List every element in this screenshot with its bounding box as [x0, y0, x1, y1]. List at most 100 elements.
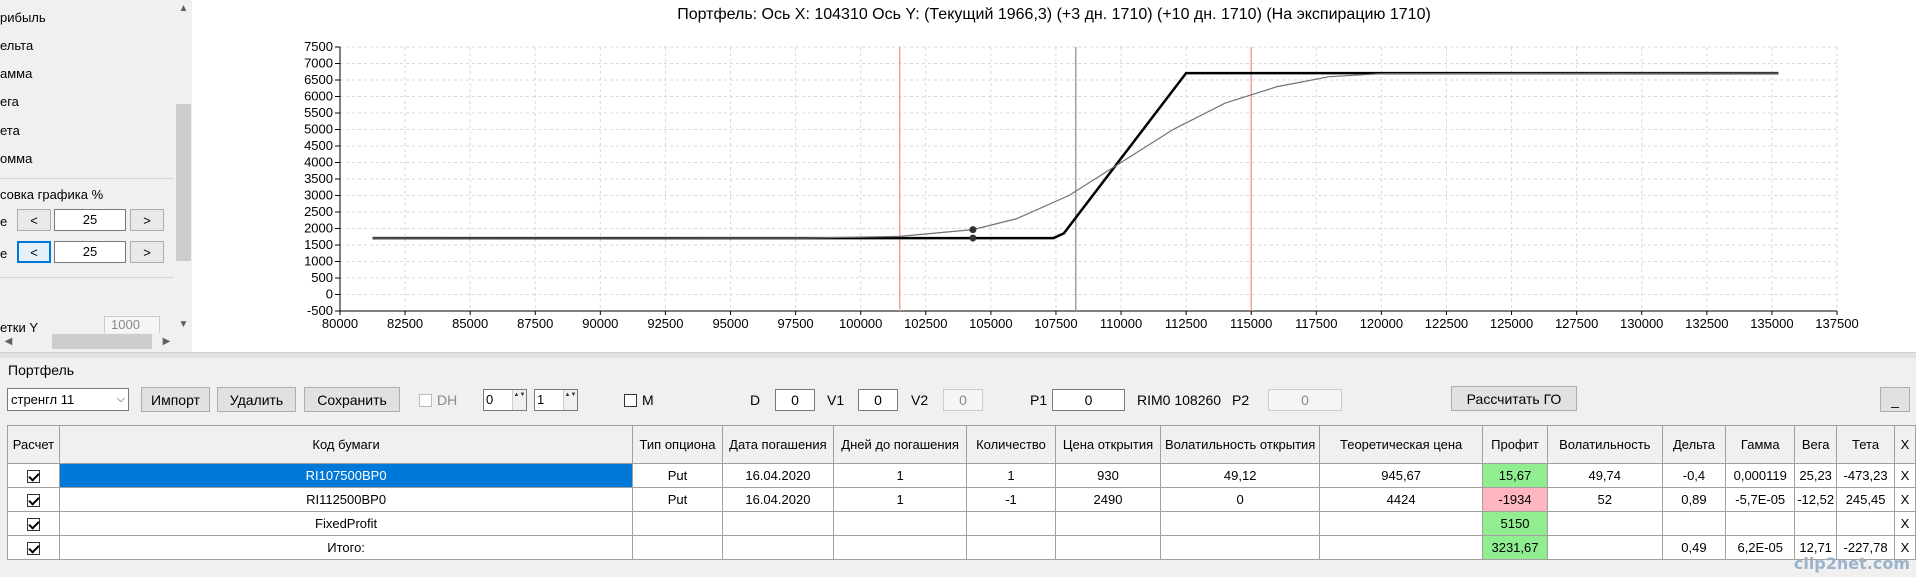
cell-code[interactable]: RI107500BP0: [58, 463, 634, 488]
scroll-thumb[interactable]: [176, 104, 191, 261]
spin2-input[interactable]: 1 ▲▼: [534, 389, 578, 411]
cell-vega[interactable]: 25,23: [1794, 463, 1838, 488]
dh-checkbox[interactable]: [419, 394, 432, 407]
row2-prev-button[interactable]: <: [17, 241, 51, 263]
col-header[interactable]: Расчет: [7, 425, 60, 464]
cell-type[interactable]: [632, 535, 723, 560]
cell-vol[interactable]: 49,74: [1546, 463, 1663, 488]
option-vomma[interactable]: омма: [0, 151, 32, 166]
table-row[interactable]: Итого: 3231,67 0,49 6,2E-05 12,71 -227,7…: [7, 535, 1916, 560]
col-header[interactable]: Теоретическая цена: [1319, 425, 1484, 464]
cell-profit[interactable]: -1934: [1482, 487, 1548, 512]
col-header[interactable]: Профит: [1482, 425, 1548, 464]
table-row[interactable]: RI112500BP0 Put 16.04.2020 1 -1 2490 0 4…: [7, 487, 1916, 512]
m-checkbox[interactable]: [624, 394, 637, 407]
cell-profit[interactable]: 15,67: [1482, 463, 1548, 488]
calc-margin-button[interactable]: Рассчитать ГО: [1451, 386, 1577, 411]
d-input[interactable]: 0: [775, 389, 815, 411]
spinner-arrows-icon[interactable]: ▲▼: [512, 390, 526, 410]
col-header[interactable]: Код бумаги: [58, 425, 634, 464]
v2-input[interactable]: 0: [943, 389, 983, 411]
cell-qty[interactable]: 1: [966, 463, 1056, 488]
cell-delta[interactable]: [1661, 511, 1727, 536]
col-header[interactable]: Волатильность открытия: [1160, 425, 1321, 464]
cell-code[interactable]: Итого:: [58, 535, 634, 560]
scroll-left-icon[interactable]: ◀: [0, 333, 17, 350]
cell-expiry[interactable]: 16.04.2020: [721, 463, 835, 488]
cell-vega[interactable]: [1794, 511, 1838, 536]
scroll-right-icon[interactable]: ▶: [158, 333, 175, 350]
horizontal-scrollbar[interactable]: ◀ ▶: [0, 333, 175, 350]
v1-input[interactable]: 0: [858, 389, 898, 411]
cell-theta[interactable]: 245,45: [1836, 487, 1895, 512]
cell-open-price[interactable]: [1054, 535, 1162, 560]
table-row[interactable]: FixedProfit 5150 X: [7, 511, 1916, 536]
cell-vol[interactable]: [1546, 511, 1663, 536]
cell-code[interactable]: RI112500BP0: [58, 487, 634, 512]
row1-next-button[interactable]: >: [130, 209, 164, 231]
checkbox-checked-icon[interactable]: [26, 542, 40, 556]
p1-input[interactable]: 0: [1052, 389, 1125, 411]
calc-checkbox[interactable]: [7, 511, 60, 536]
cell-open-vol[interactable]: [1160, 511, 1321, 536]
delete-row-button[interactable]: X: [1894, 487, 1916, 512]
p2-input[interactable]: 0: [1268, 389, 1342, 411]
cell-vol[interactable]: 52: [1546, 487, 1663, 512]
import-button[interactable]: Импорт: [141, 387, 210, 412]
cell-expiry[interactable]: 16.04.2020: [721, 487, 835, 512]
col-header[interactable]: Цена открытия: [1054, 425, 1162, 464]
cell-delta[interactable]: -0,4: [1661, 463, 1727, 488]
cell-open-vol[interactable]: 0: [1160, 487, 1321, 512]
cell-type[interactable]: Put: [632, 463, 723, 488]
cell-type[interactable]: [632, 511, 723, 536]
option-profit[interactable]: рибыль: [0, 10, 46, 25]
cell-theo-price[interactable]: [1319, 535, 1484, 560]
cell-open-price[interactable]: 2490: [1054, 487, 1162, 512]
cell-qty[interactable]: -1: [966, 487, 1056, 512]
spin1-input[interactable]: 0 ▲▼: [483, 389, 527, 411]
cell-open-price[interactable]: 930: [1054, 463, 1162, 488]
grid-y-input[interactable]: 1000: [104, 316, 160, 334]
col-header[interactable]: X: [1894, 425, 1916, 464]
vertical-scrollbar[interactable]: ▲ ▼: [175, 0, 192, 333]
col-header[interactable]: Дата погашения: [721, 425, 835, 464]
col-header[interactable]: Волатильность: [1546, 425, 1663, 464]
cell-gamma[interactable]: 6,2E-05: [1725, 535, 1796, 560]
option-vega[interactable]: ега: [0, 94, 19, 109]
cell-expiry[interactable]: [721, 511, 835, 536]
cell-theta[interactable]: [1836, 511, 1895, 536]
scroll-up-icon[interactable]: ▲: [175, 0, 192, 17]
row1-prev-button[interactable]: <: [17, 209, 51, 231]
scroll-thumb[interactable]: [52, 334, 152, 349]
checkbox-checked-icon[interactable]: [26, 518, 40, 532]
col-header[interactable]: Количество: [966, 425, 1056, 464]
checkbox-checked-icon[interactable]: [26, 470, 40, 484]
cell-profit[interactable]: 3231,67: [1482, 535, 1548, 560]
table-row[interactable]: RI107500BP0 Put 16.04.2020 1 1 930 49,12…: [7, 463, 1916, 488]
cell-type[interactable]: Put: [632, 487, 723, 512]
checkbox-checked-icon[interactable]: [26, 494, 40, 508]
cell-code[interactable]: FixedProfit: [58, 511, 634, 536]
cell-gamma[interactable]: [1725, 511, 1796, 536]
cell-days[interactable]: [833, 511, 968, 536]
cell-vol[interactable]: [1546, 535, 1663, 560]
delete-row-button[interactable]: X: [1894, 511, 1916, 536]
row2-next-button[interactable]: >: [130, 241, 164, 263]
option-delta[interactable]: ельта: [0, 38, 33, 53]
cell-theo-price[interactable]: 4424: [1319, 487, 1484, 512]
calc-checkbox[interactable]: [7, 487, 60, 512]
calc-checkbox[interactable]: [7, 535, 60, 560]
scroll-down-icon[interactable]: ▼: [175, 316, 192, 333]
save-button[interactable]: Сохранить: [304, 387, 400, 412]
delete-button[interactable]: Удалить: [217, 387, 296, 412]
col-header[interactable]: Дельта: [1661, 425, 1727, 464]
cell-profit[interactable]: 5150: [1482, 511, 1548, 536]
col-header[interactable]: Тета: [1836, 425, 1895, 464]
spinner-arrows-icon[interactable]: ▲▼: [563, 390, 577, 410]
portfolio-select[interactable]: стренгл 11 ⌵: [7, 388, 129, 411]
cell-qty[interactable]: [966, 511, 1056, 536]
cell-theta[interactable]: -473,23: [1836, 463, 1895, 488]
col-header[interactable]: Дней до погашения: [833, 425, 968, 464]
cell-gamma[interactable]: -5,7E-05: [1725, 487, 1796, 512]
cell-days[interactable]: [833, 535, 968, 560]
